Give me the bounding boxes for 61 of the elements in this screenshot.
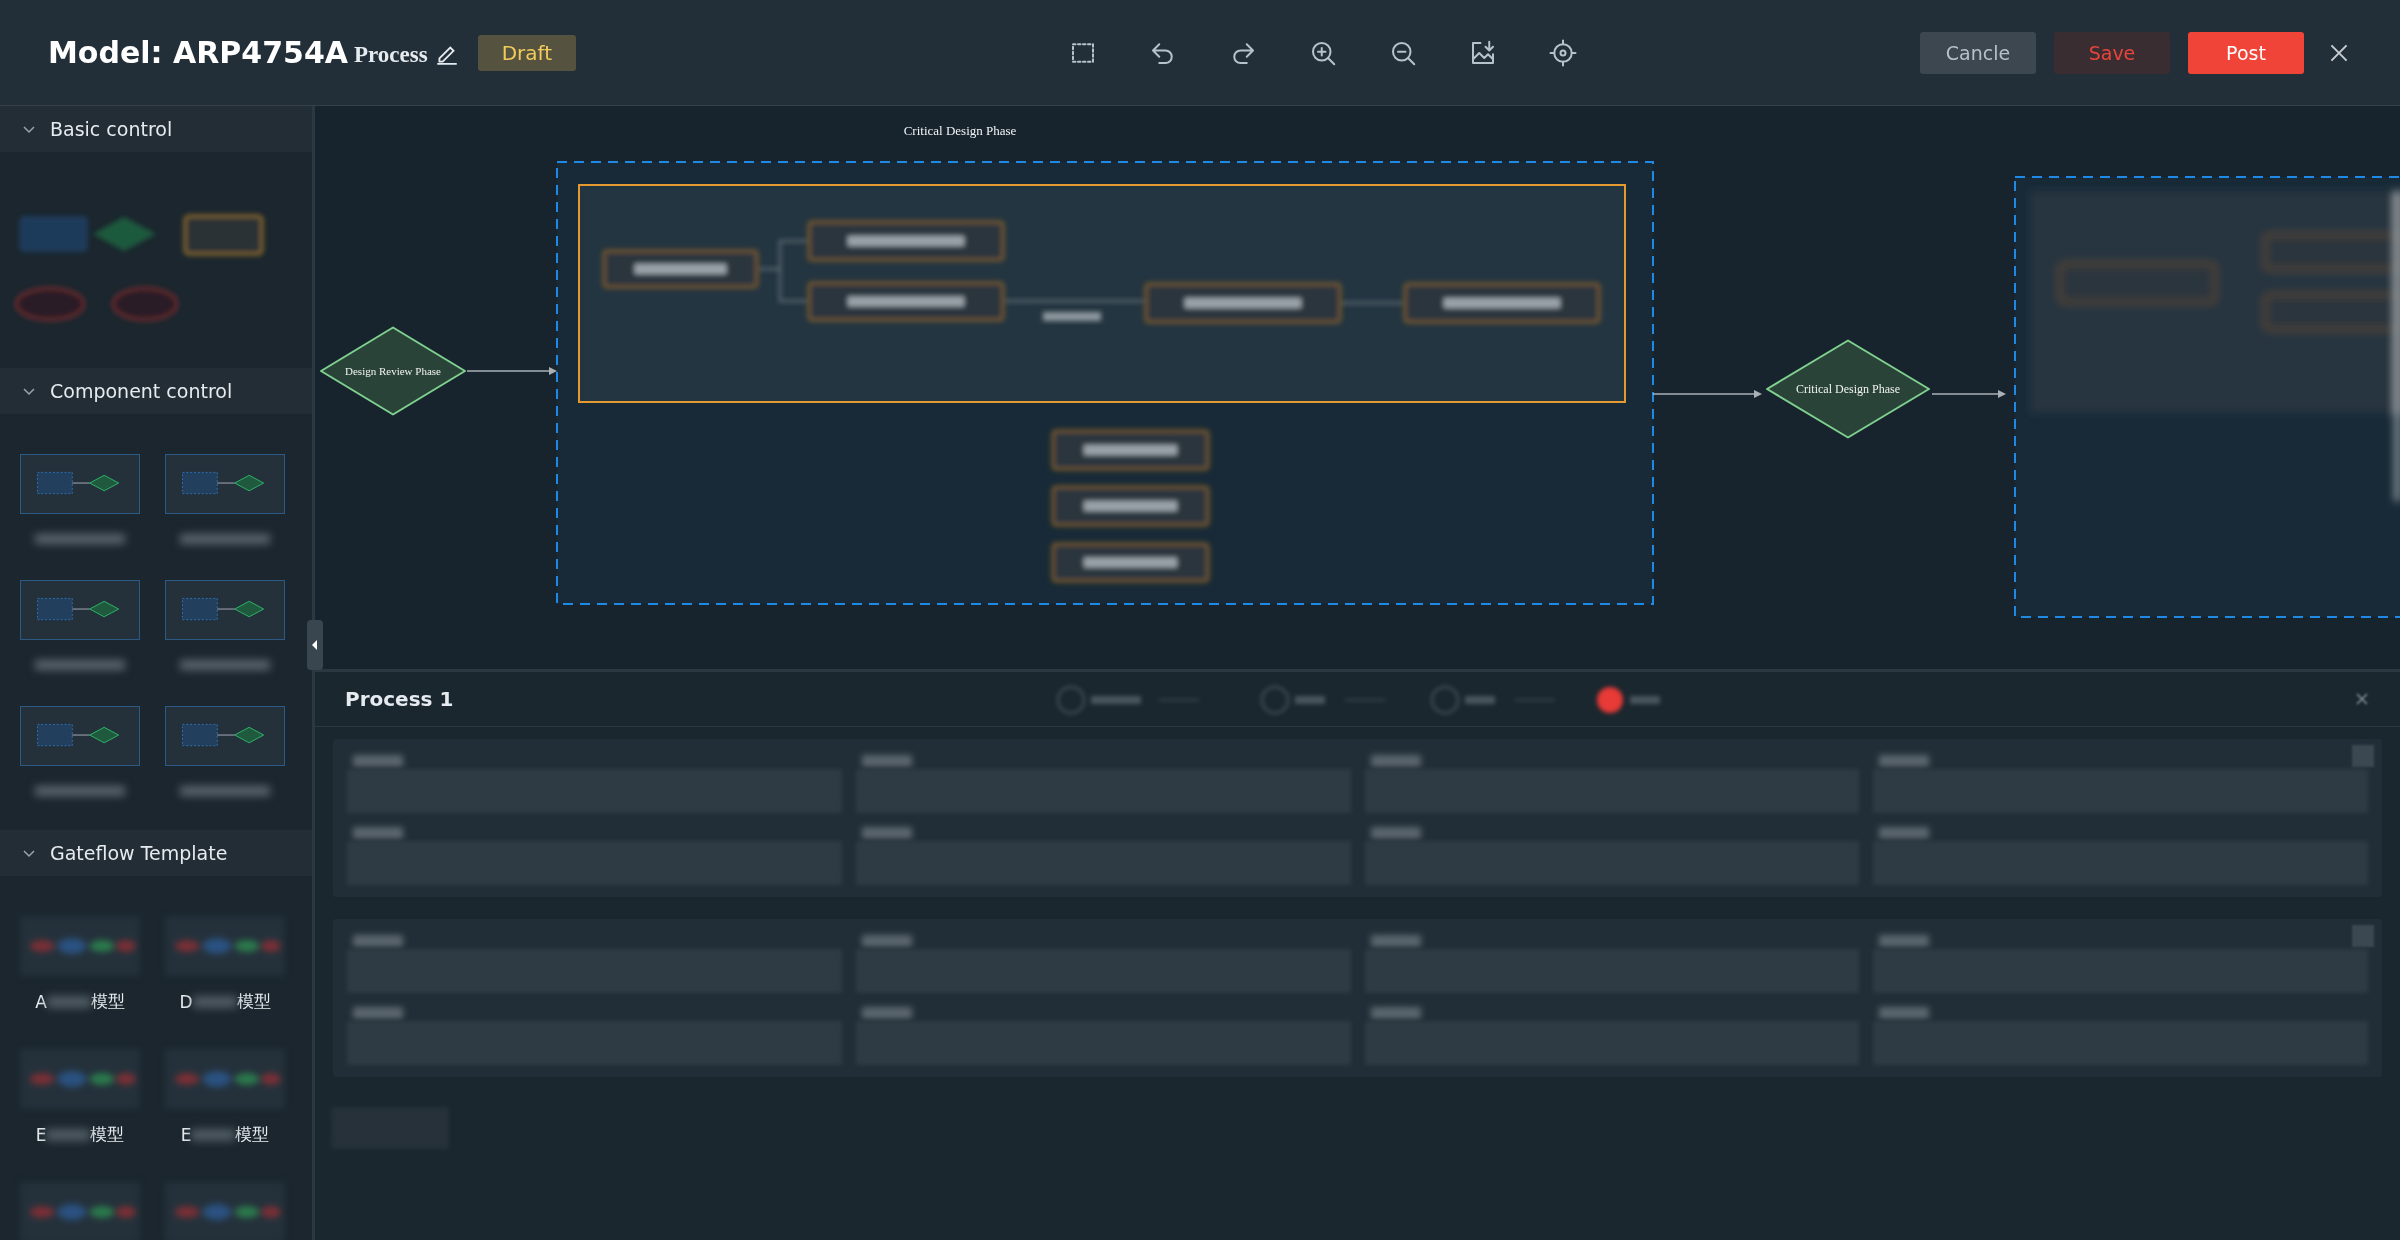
section-title: Component control [50, 380, 233, 402]
blurred-label [353, 827, 403, 839]
gate-label: Design Review Phase [345, 365, 441, 377]
template-thumbnail[interactable] [165, 1182, 285, 1240]
blurred-label [1879, 1007, 1930, 1019]
blurred-label [1879, 935, 1930, 947]
blurred-text [1043, 312, 1101, 321]
template-thumbnail[interactable] [165, 1049, 285, 1109]
component-thumbnail[interactable] [165, 454, 285, 514]
action-button[interactable]: Cancle [1920, 31, 2036, 74]
template-name: 模型 [235, 1123, 270, 1146]
component-thumbnail[interactable] [165, 580, 285, 640]
blurred-label [1370, 1007, 1421, 1019]
blurred-label [1370, 935, 1421, 947]
component-thumbnail[interactable] [20, 580, 140, 640]
blurred-label [1879, 827, 1930, 839]
template-name: 模型 [90, 1123, 125, 1146]
template-name: A [35, 991, 47, 1012]
gate-label: Critical Design Phase [1796, 382, 1900, 396]
blurred-text [46, 1128, 91, 1141]
model-title: Model: ARP4754A [48, 35, 349, 70]
blurred-label [1879, 755, 1930, 767]
blurred-label [861, 935, 912, 947]
blurred-label [353, 935, 403, 947]
section-title: Basic control [50, 118, 173, 140]
component-thumbnail[interactable] [165, 706, 285, 766]
component-thumbnail[interactable] [20, 706, 140, 766]
template-thumbnail[interactable] [165, 916, 285, 976]
section-header[interactable]: Basic control [0, 106, 312, 152]
template-thumbnail[interactable] [20, 1049, 140, 1109]
template-thumbnail[interactable] [20, 1182, 140, 1240]
blurred-label [861, 1007, 912, 1019]
blurred-label [1370, 755, 1421, 767]
blurred-text [46, 995, 91, 1008]
template-name: D [179, 991, 193, 1012]
panel-title: Process 1 [345, 687, 454, 711]
template-name: E [180, 1124, 192, 1145]
template-name: E [35, 1124, 47, 1145]
section-header[interactable]: Component control [0, 368, 312, 414]
blurred-button[interactable] [2352, 745, 2374, 767]
collapse-handle[interactable] [307, 620, 323, 670]
template-name: 模型 [90, 990, 125, 1013]
section-title: Gateflow Template [50, 842, 228, 864]
blurred-button[interactable] [2352, 925, 2374, 947]
blurred-label [861, 827, 912, 839]
blurred-text [192, 995, 237, 1008]
component-thumbnail[interactable] [20, 454, 140, 514]
template-thumbnail[interactable] [20, 916, 140, 976]
phase-label: Critical Design Phase [903, 123, 1017, 138]
status-badge: Draft [477, 34, 577, 71]
action-button[interactable]: Post [2188, 31, 2304, 74]
blurred-text [191, 1128, 236, 1141]
template-name: 模型 [236, 990, 271, 1013]
blurred-label [861, 755, 912, 767]
model-subtitle: Process [354, 41, 428, 68]
blurred-label [353, 755, 403, 767]
section-header[interactable]: Gateflow Template [0, 830, 312, 876]
flow-canvas[interactable]: Critical Design Phase Design Review Phase Critical Design Phase [315, 106, 2400, 672]
blurred-label [353, 1007, 403, 1019]
locate-icon[interactable] [1548, 37, 1579, 68]
blurred-label [1370, 827, 1421, 839]
